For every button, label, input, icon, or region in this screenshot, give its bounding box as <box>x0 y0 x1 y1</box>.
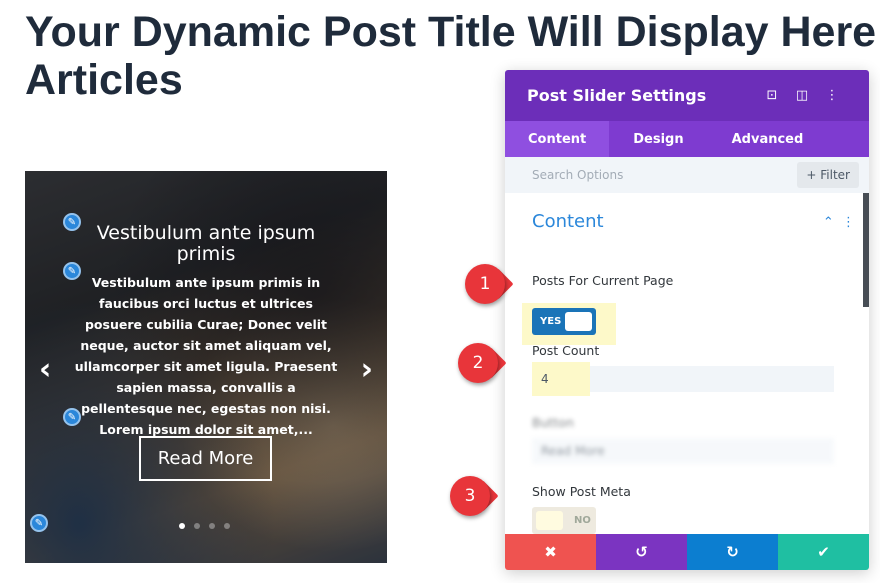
toggle-label: YES <box>540 316 562 327</box>
undo-icon: ↺ <box>635 543 648 561</box>
toggle-knob <box>565 312 592 331</box>
tab-design[interactable]: Design <box>609 121 707 157</box>
filter-button[interactable]: + Filter <box>797 162 859 188</box>
settings-panel: Post Slider Settings ⊡ ◫ ⋮ Content Desig… <box>505 70 869 570</box>
slide-excerpt: Vestibulum ante ipsum primis in faucibus… <box>74 275 338 437</box>
slide-dot[interactable] <box>224 523 230 529</box>
post-count-input[interactable]: 4 <box>532 362 834 396</box>
field-label: Button <box>532 415 574 430</box>
discard-button[interactable]: ✖ <box>505 534 596 570</box>
save-button[interactable]: ✔ <box>778 534 869 570</box>
edit-pencil-icon[interactable]: ✎ <box>63 213 81 231</box>
field-label: Posts For Current Page <box>532 273 674 288</box>
more-icon[interactable]: ⋮ <box>817 88 847 103</box>
field-label: Show Post Meta <box>532 484 631 499</box>
redo-icon: ↻ <box>726 543 739 561</box>
field-label: Post Count <box>532 343 600 358</box>
focus-icon[interactable]: ⊡ <box>757 88 787 103</box>
undo-button[interactable]: ↺ <box>596 534 687 570</box>
slider-pagination <box>179 523 230 529</box>
posts-for-current-page-toggle[interactable]: YES <box>532 308 596 335</box>
search-bar: Search Options + Filter <box>505 157 869 193</box>
tab-advanced[interactable]: Advanced <box>708 121 828 157</box>
search-input[interactable]: Search Options <box>532 168 797 182</box>
post-slider: ✎ ✎ ✎ ✎ Vestibulum ante ipsum primis Ves… <box>25 171 387 563</box>
callout-marker: 2 <box>458 343 507 383</box>
chevron-up-icon[interactable]: ⌃ <box>823 215 834 230</box>
toggle-label: NO <box>574 515 591 526</box>
panel-header: Post Slider Settings ⊡ ◫ ⋮ <box>505 70 869 121</box>
callout-marker: 1 <box>465 264 514 304</box>
edit-pencil-icon[interactable]: ✎ <box>30 514 48 532</box>
section-title: Content <box>532 211 604 232</box>
redo-button[interactable]: ↻ <box>687 534 778 570</box>
tab-content[interactable]: Content <box>505 121 610 157</box>
panel-body: Content ⌃ ⋮ Posts For Current Page YES P… <box>505 193 869 534</box>
button-text-input[interactable]: Read More <box>532 438 834 464</box>
panel-footer: ✖ ↺ ↻ ✔ <box>505 534 869 570</box>
prev-arrow-icon[interactable]: ‹ <box>39 355 51 385</box>
more-icon[interactable]: ⋮ <box>842 215 855 230</box>
show-post-meta-toggle[interactable]: NO <box>532 507 596 534</box>
slide-dot[interactable] <box>179 523 185 529</box>
read-more-button[interactable]: Read More <box>139 436 272 481</box>
panel-tabs: Content Design Advanced <box>505 121 869 157</box>
toggle-knob <box>536 511 563 530</box>
slide-title: Vestibulum ante ipsum primis <box>96 222 316 265</box>
slide-dot[interactable] <box>194 523 200 529</box>
next-arrow-icon[interactable]: › <box>361 355 373 385</box>
section-controls[interactable]: ⌃ ⋮ <box>823 215 855 230</box>
close-icon: ✖ <box>544 543 557 561</box>
check-icon: ✔ <box>817 543 830 561</box>
panel-title: Post Slider Settings <box>527 86 707 105</box>
columns-icon[interactable]: ◫ <box>787 88 817 103</box>
slide-dot[interactable] <box>209 523 215 529</box>
scrollbar[interactable] <box>863 193 869 307</box>
callout-marker: 3 <box>450 476 499 516</box>
post-count-value: 4 <box>541 372 549 386</box>
